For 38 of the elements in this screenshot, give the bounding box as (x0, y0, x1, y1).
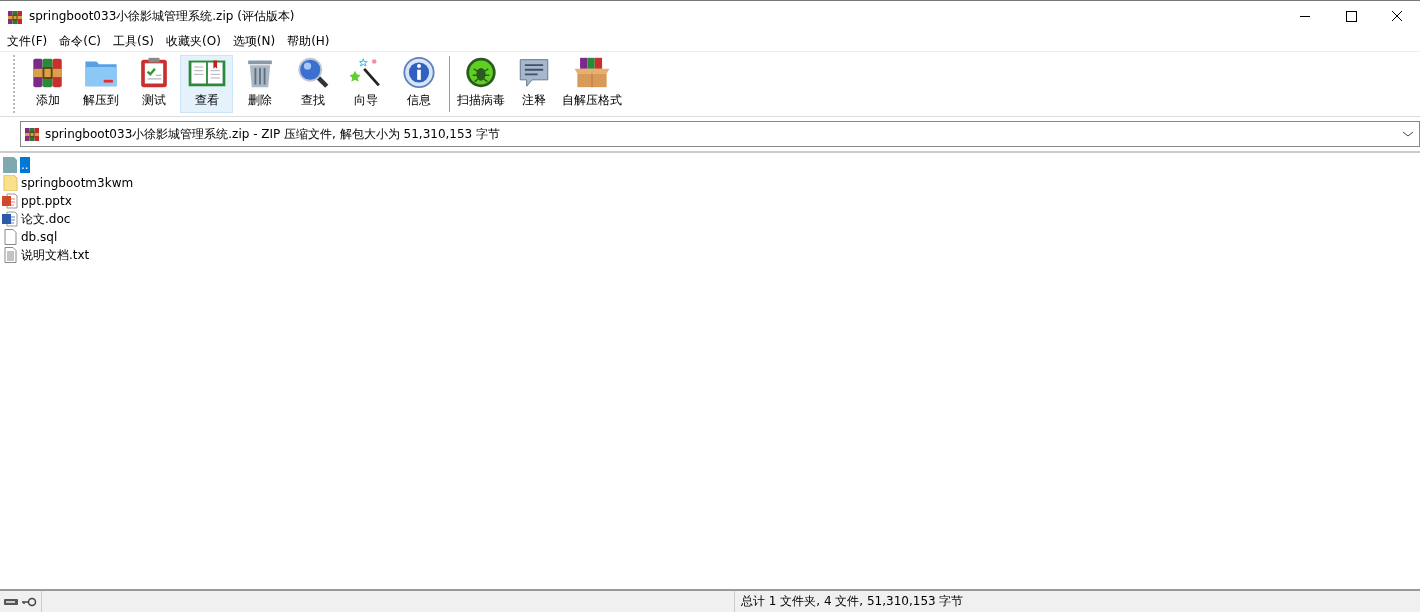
toolbar-button[interactable]: 查看 (180, 55, 233, 113)
menu-item[interactable]: 工具(S) (107, 33, 160, 50)
toolbar-button[interactable]: 扫描病毒 (454, 55, 507, 113)
toolbar-button[interactable]: 自解压格式 (560, 55, 624, 113)
menu-item[interactable]: 命令(C) (53, 33, 107, 50)
archive-icon (7, 8, 23, 25)
file-name[interactable]: 论文.doc (20, 211, 72, 227)
address-field[interactable]: springboot033小徐影城管理系统.zip - ZIP 压缩文件, 解包大小为 51,310,153 字节 (20, 121, 1420, 147)
word-file-icon (2, 211, 18, 227)
toolbar-button[interactable]: 查找 (286, 55, 339, 113)
drive-icon (3, 596, 19, 607)
toolbar-button[interactable]: 向导 (339, 55, 392, 113)
file-name[interactable]: 说明文档.txt (20, 247, 91, 263)
window-title: springboot033小徐影城管理系统.zip (评估版本) (29, 8, 296, 25)
status-summary: 总计 1 文件夹, 4 文件, 51,310,153 字节 (740, 593, 964, 610)
key-icon (21, 596, 37, 607)
toolbar-button[interactable]: 删除 (233, 55, 286, 113)
menu-item[interactable]: 文件(F) (1, 33, 54, 50)
toolbar-button[interactable]: 解压到 (74, 55, 127, 113)
slides-file-icon (2, 193, 18, 209)
folder-icon (2, 175, 18, 191)
dropdown-icon[interactable] (1401, 129, 1415, 139)
info-icon (400, 56, 437, 89)
menu-item[interactable]: 选项(N) (226, 33, 282, 50)
toolbar-button[interactable]: 测试 (127, 55, 180, 113)
file-name[interactable]: ppt.pptx (20, 193, 73, 209)
menu-item[interactable]: 收藏夹(O) (160, 33, 227, 50)
file-name[interactable]: springbootm3kwm (20, 175, 135, 191)
toolbar-button[interactable]: 添加 (21, 55, 74, 113)
text-file-icon (2, 247, 18, 263)
archive-icon (24, 126, 40, 142)
menu-item[interactable]: 帮助(H) (281, 33, 336, 50)
file-name[interactable]: db.sql (20, 229, 59, 245)
toolbar-button[interactable]: 注释 (507, 55, 560, 113)
file-icon (2, 229, 18, 245)
toolbar-button[interactable]: 信息 (392, 55, 445, 113)
file-name[interactable]: .. (20, 157, 30, 173)
folder-up-icon (2, 157, 18, 173)
